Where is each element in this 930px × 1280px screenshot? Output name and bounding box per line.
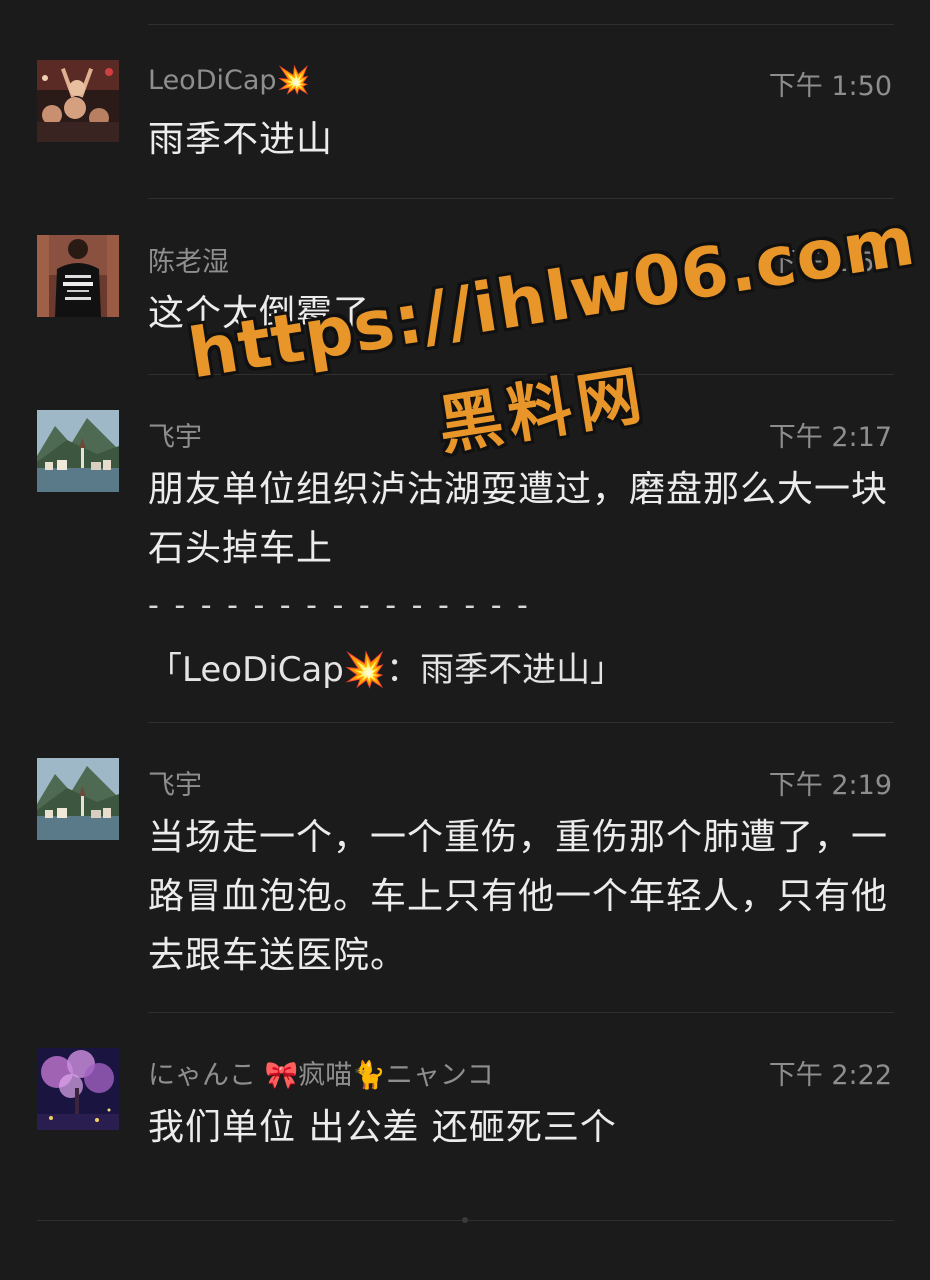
avatar[interactable] [37, 758, 119, 840]
comment-time: 下午 2:17 [768, 422, 892, 453]
comment-time: 下午 1:54 [768, 247, 892, 278]
commenter-name[interactable]: LeoDiCap💥 [148, 64, 310, 96]
comment-time: 下午 2:22 [768, 1060, 892, 1091]
avatar[interactable] [37, 60, 119, 142]
divider [148, 24, 894, 25]
divider [148, 722, 894, 723]
quote-separator: - - - - - - - - - - - - - - - [148, 588, 531, 623]
avatar[interactable] [37, 235, 119, 317]
commenter-name[interactable]: 陈老湿 [148, 240, 229, 279]
comment-text: 我们单位 出公差 还砸死三个 [148, 1107, 617, 1148]
commenter-name[interactable]: にゃんこ 🎀疯喵🐈ニャンコ [148, 1053, 494, 1092]
divider [148, 374, 894, 375]
avatar[interactable] [37, 1048, 119, 1130]
comment-text: 这个太倒霉了 [148, 293, 371, 334]
comment-text: 当场走一个，一个重伤，重伤那个肺遭了，一路冒血泡泡。车上只有他一个年轻人，只有他… [148, 817, 889, 976]
avatar[interactable] [37, 410, 119, 492]
divider [148, 198, 894, 199]
divider [148, 1012, 894, 1013]
comment-text: 朋友单位组织泸沽湖耍遭过，磨盘那么大一块石头掉车上 [148, 469, 889, 569]
comment-time: 下午 1:50 [768, 71, 892, 102]
page-indicator-dot [462, 1217, 468, 1223]
quoted-reply[interactable]: 「LeoDiCap💥：雨季不进山」 [148, 642, 624, 691]
comment-text: 雨季不进山 [148, 119, 334, 160]
comment-time: 下午 2:19 [768, 770, 892, 801]
commenter-name[interactable]: 飞宇 [148, 763, 202, 802]
commenter-name[interactable]: 飞宇 [148, 415, 202, 454]
